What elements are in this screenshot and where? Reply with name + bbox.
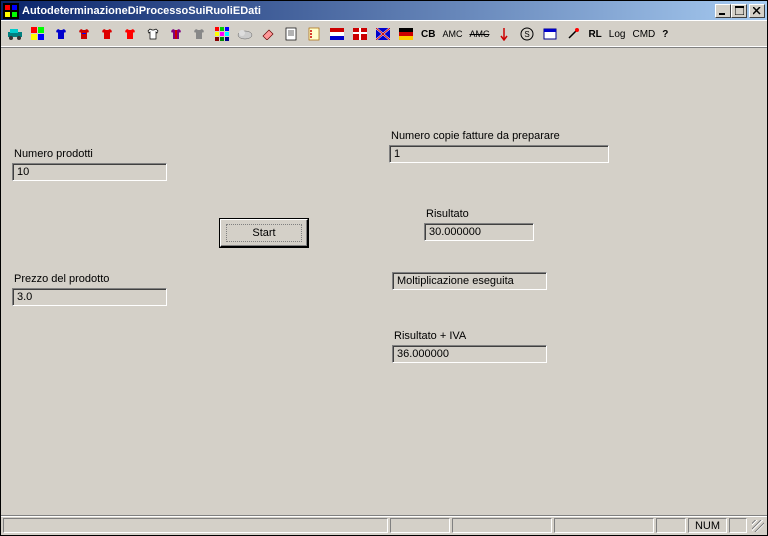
shirt-multi-icon[interactable] bbox=[73, 23, 95, 45]
moltiplicazione-status: Moltiplicazione eseguita bbox=[392, 272, 547, 290]
status-pane-main bbox=[3, 518, 388, 533]
numero-copie-label: Numero copie fatture da preparare bbox=[391, 130, 560, 142]
arrow-down-icon[interactable] bbox=[493, 23, 515, 45]
amc1-button[interactable]: AMC bbox=[439, 23, 465, 45]
stamp-icon[interactable]: S bbox=[516, 23, 538, 45]
log-button[interactable]: Log bbox=[606, 23, 629, 45]
status-pane-6 bbox=[729, 518, 747, 533]
shirt-white-icon[interactable] bbox=[142, 23, 164, 45]
title-bar: AutodeterminazioneDiProcessoSuiRuoliEDat… bbox=[1, 1, 767, 20]
shirt-red-icon[interactable] bbox=[96, 23, 118, 45]
risultato-iva-label: Risultato + IVA bbox=[394, 330, 466, 342]
client-area: Numero prodotti 10 Numero copie fatture … bbox=[1, 48, 767, 515]
numero-prodotti-field[interactable]: 10 bbox=[12, 163, 167, 181]
shirt-blue-icon[interactable] bbox=[50, 23, 72, 45]
start-button-label: Start bbox=[226, 224, 301, 242]
numero-copie-field[interactable]: 1 bbox=[389, 145, 609, 163]
minimize-button[interactable] bbox=[715, 4, 731, 18]
status-pane-4 bbox=[656, 518, 686, 533]
rl-button[interactable]: RL bbox=[585, 23, 604, 45]
close-button[interactable] bbox=[749, 4, 765, 18]
list-icon[interactable] bbox=[303, 23, 325, 45]
maximize-button[interactable] bbox=[731, 4, 747, 18]
status-pane-2 bbox=[452, 518, 552, 533]
cb-button[interactable]: CB bbox=[418, 23, 438, 45]
shirt-gray-icon[interactable] bbox=[188, 23, 210, 45]
window-icon[interactable] bbox=[539, 23, 561, 45]
amc2-button[interactable]: AMC bbox=[466, 23, 492, 45]
shapes-icon[interactable] bbox=[27, 23, 49, 45]
window-title: AutodeterminazioneDiProcessoSuiRuoliEDat… bbox=[22, 5, 715, 17]
shirt-red2-icon[interactable] bbox=[119, 23, 141, 45]
help-button[interactable]: ? bbox=[659, 23, 671, 45]
risultato-field: 30.000000 bbox=[424, 223, 534, 241]
risultato-label: Risultato bbox=[426, 208, 469, 220]
document-icon[interactable] bbox=[280, 23, 302, 45]
wand-icon[interactable] bbox=[562, 23, 584, 45]
status-bar: NUM bbox=[1, 515, 767, 535]
cloud-icon[interactable] bbox=[234, 23, 256, 45]
flag3-icon[interactable] bbox=[372, 23, 394, 45]
application-window: AutodeterminazioneDiProcessoSuiRuoliEDat… bbox=[0, 0, 768, 536]
prezzo-label: Prezzo del prodotto bbox=[14, 273, 109, 285]
eraser-icon[interactable] bbox=[257, 23, 279, 45]
status-pane-3 bbox=[554, 518, 654, 533]
car-icon[interactable] bbox=[4, 23, 26, 45]
risultato-iva-field: 36.000000 bbox=[392, 345, 547, 363]
flag2-icon[interactable] bbox=[349, 23, 371, 45]
svg-text:S: S bbox=[525, 30, 530, 39]
shirt-striped-icon[interactable] bbox=[165, 23, 187, 45]
prezzo-field[interactable]: 3.0 bbox=[12, 288, 167, 306]
cmd-button[interactable]: CMD bbox=[629, 23, 658, 45]
toolbar: CB AMC AMC S RL Log CMD ? bbox=[1, 20, 767, 48]
flag4-icon[interactable] bbox=[395, 23, 417, 45]
resize-grip-icon[interactable] bbox=[749, 518, 765, 533]
status-pane-1 bbox=[390, 518, 450, 533]
status-num: NUM bbox=[688, 518, 727, 533]
flag1-icon[interactable] bbox=[326, 23, 348, 45]
numero-prodotti-label: Numero prodotti bbox=[14, 148, 93, 160]
grid-icon[interactable] bbox=[211, 23, 233, 45]
app-icon bbox=[3, 3, 19, 19]
start-button[interactable]: Start bbox=[219, 218, 309, 248]
